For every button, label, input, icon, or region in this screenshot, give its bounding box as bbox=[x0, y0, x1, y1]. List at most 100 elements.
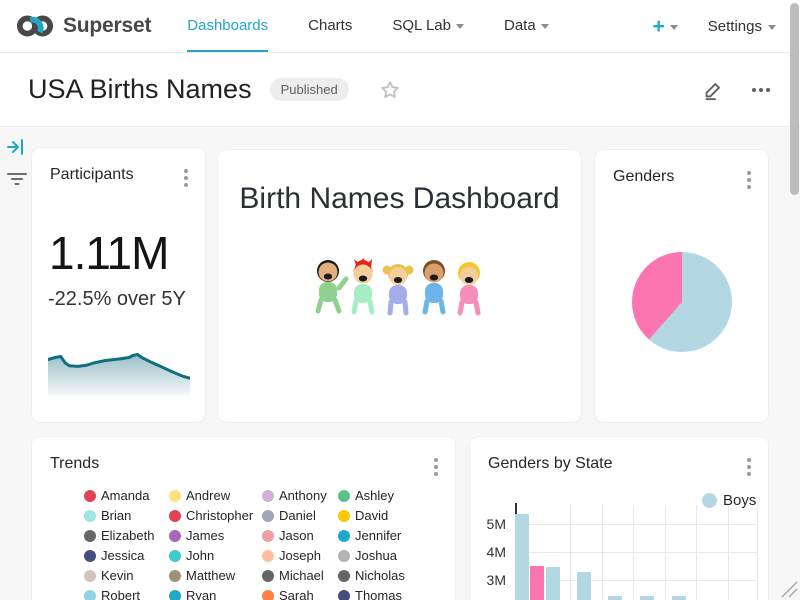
legend-label: Daniel bbox=[279, 508, 316, 523]
legend-item-elizabeth[interactable]: Elizabeth bbox=[84, 529, 169, 542]
legend-dot bbox=[169, 590, 181, 600]
legend-dot bbox=[169, 510, 181, 522]
legend-label: Sarah bbox=[279, 588, 314, 600]
nav-right: + Settings bbox=[653, 0, 776, 52]
kebab-menu-icon[interactable] bbox=[744, 455, 754, 479]
gridline-v bbox=[757, 505, 758, 600]
legend-dot bbox=[338, 550, 350, 562]
filter-bar-strip bbox=[0, 128, 30, 192]
bar-boy[interactable] bbox=[577, 572, 591, 600]
legend-dot bbox=[262, 530, 274, 542]
legend-dot bbox=[262, 590, 274, 600]
favorite-star-icon[interactable] bbox=[379, 79, 401, 101]
legend-item-jessica[interactable]: Jessica bbox=[84, 549, 169, 562]
legend-item-joseph[interactable]: Joseph bbox=[262, 549, 338, 562]
legend-item-joshua[interactable]: Joshua bbox=[338, 549, 428, 562]
genders-pie-chart[interactable] bbox=[632, 252, 732, 352]
legend-label: Jason bbox=[279, 528, 314, 543]
nav-item-dashboards[interactable]: Dashboards bbox=[187, 0, 268, 52]
genders-by-state-card: Genders by State Boys 5M4M3M bbox=[470, 437, 768, 600]
plus-icon: + bbox=[653, 16, 665, 37]
legend-label: Nicholas bbox=[355, 568, 405, 583]
legend-item-brian[interactable]: Brian bbox=[84, 509, 169, 522]
dashboard-header: USA Births Names Published bbox=[0, 53, 800, 127]
chevron-down-icon bbox=[768, 25, 776, 30]
legend-item-anthony[interactable]: Anthony bbox=[262, 489, 338, 502]
legend-label: Matthew bbox=[186, 568, 235, 583]
legend-item-christopher[interactable]: Christopher bbox=[169, 509, 262, 522]
legend-item-ryan[interactable]: Ryan bbox=[169, 589, 262, 600]
superset-brand[interactable]: Superset bbox=[16, 0, 151, 52]
header-actions bbox=[702, 79, 770, 101]
gridline-v bbox=[728, 505, 729, 600]
legend-item-daniel[interactable]: Daniel bbox=[262, 509, 338, 522]
gridline-h bbox=[515, 524, 757, 525]
legend-item-andrew[interactable]: Andrew bbox=[169, 489, 262, 502]
nav-item-sql-lab[interactable]: SQL Lab bbox=[392, 0, 464, 52]
top-nav: Superset Dashboards Charts SQL Lab Data + S… bbox=[0, 0, 800, 53]
markdown-card: Birth Names Dashboard bbox=[218, 150, 581, 422]
legend-item-robert[interactable]: Robert bbox=[84, 589, 169, 600]
legend-dot bbox=[84, 570, 96, 582]
children-illustration bbox=[218, 258, 581, 316]
kebab-menu-icon[interactable] bbox=[181, 166, 191, 190]
kebab-menu-icon[interactable] bbox=[744, 168, 754, 192]
legend-dot bbox=[84, 510, 96, 522]
legend-item-boys[interactable]: Boys bbox=[702, 492, 756, 509]
legend-item-michael[interactable]: Michael bbox=[262, 569, 338, 582]
legend-item-nicholas[interactable]: Nicholas bbox=[338, 569, 428, 582]
nav-item-data[interactable]: Data bbox=[504, 0, 549, 52]
markdown-heading: Birth Names Dashboard bbox=[218, 182, 581, 216]
legend-dot bbox=[702, 493, 717, 508]
legend-dot bbox=[84, 550, 96, 562]
more-actions-button[interactable] bbox=[752, 88, 770, 92]
legend-label: James bbox=[186, 528, 224, 543]
status-badge[interactable]: Published bbox=[270, 78, 349, 101]
nav-item-charts[interactable]: Charts bbox=[308, 0, 352, 52]
nav-items: Dashboards Charts SQL Lab Data bbox=[187, 0, 548, 52]
legend-item-jennifer[interactable]: Jennifer bbox=[338, 529, 428, 542]
card-title: Genders bbox=[613, 168, 674, 186]
bar-boy[interactable] bbox=[546, 567, 560, 600]
kebab-menu-icon[interactable] bbox=[431, 455, 441, 479]
legend-item-thomas[interactable]: Thomas bbox=[338, 589, 428, 600]
y-axis-tick: 5M bbox=[476, 516, 506, 532]
legend-item-amanda[interactable]: Amanda bbox=[84, 489, 169, 502]
new-item-button[interactable]: + bbox=[653, 16, 678, 37]
y-axis-tick: 4M bbox=[476, 544, 506, 560]
expand-filter-bar-icon[interactable] bbox=[7, 138, 25, 156]
filter-lines-icon[interactable] bbox=[7, 171, 27, 187]
legend-item-jason[interactable]: Jason bbox=[262, 529, 338, 542]
chevron-down-icon bbox=[670, 25, 678, 30]
genders-card: Genders bbox=[595, 150, 768, 422]
resize-corner-icon[interactable] bbox=[781, 581, 798, 598]
bar-boy[interactable] bbox=[608, 596, 622, 600]
bar-boy[interactable] bbox=[515, 514, 529, 600]
bar-boy[interactable] bbox=[672, 596, 686, 600]
legend-item-john[interactable]: John bbox=[169, 549, 262, 562]
brand-name: Superset bbox=[63, 14, 151, 38]
legend-label: Andrew bbox=[186, 488, 230, 503]
legend-item-ashley[interactable]: Ashley bbox=[338, 489, 428, 502]
legend-item-david[interactable]: David bbox=[338, 509, 428, 522]
legend-dot bbox=[338, 530, 350, 542]
legend-dot bbox=[338, 570, 350, 582]
settings-menu[interactable]: Settings bbox=[708, 18, 776, 35]
nav-item-label: SQL Lab bbox=[392, 17, 451, 34]
bar-girl[interactable] bbox=[530, 566, 544, 600]
bar-boy[interactable] bbox=[640, 596, 654, 600]
legend-item-sarah[interactable]: Sarah bbox=[262, 589, 338, 600]
legend-dot bbox=[338, 510, 350, 522]
edit-dashboard-button[interactable] bbox=[702, 79, 724, 101]
legend-label: Ryan bbox=[186, 588, 216, 600]
legend-item-matthew[interactable]: Matthew bbox=[169, 569, 262, 582]
legend-label: Joshua bbox=[355, 548, 397, 563]
nav-item-label: Dashboards bbox=[187, 17, 268, 34]
legend-label: Brian bbox=[101, 508, 131, 523]
legend-item-kevin[interactable]: Kevin bbox=[84, 569, 169, 582]
legend-label: Thomas bbox=[355, 588, 402, 600]
settings-label: Settings bbox=[708, 18, 762, 35]
gridline-v bbox=[602, 505, 603, 600]
scrollbar-thumb[interactable] bbox=[790, 3, 799, 195]
legend-item-james[interactable]: James bbox=[169, 529, 262, 542]
